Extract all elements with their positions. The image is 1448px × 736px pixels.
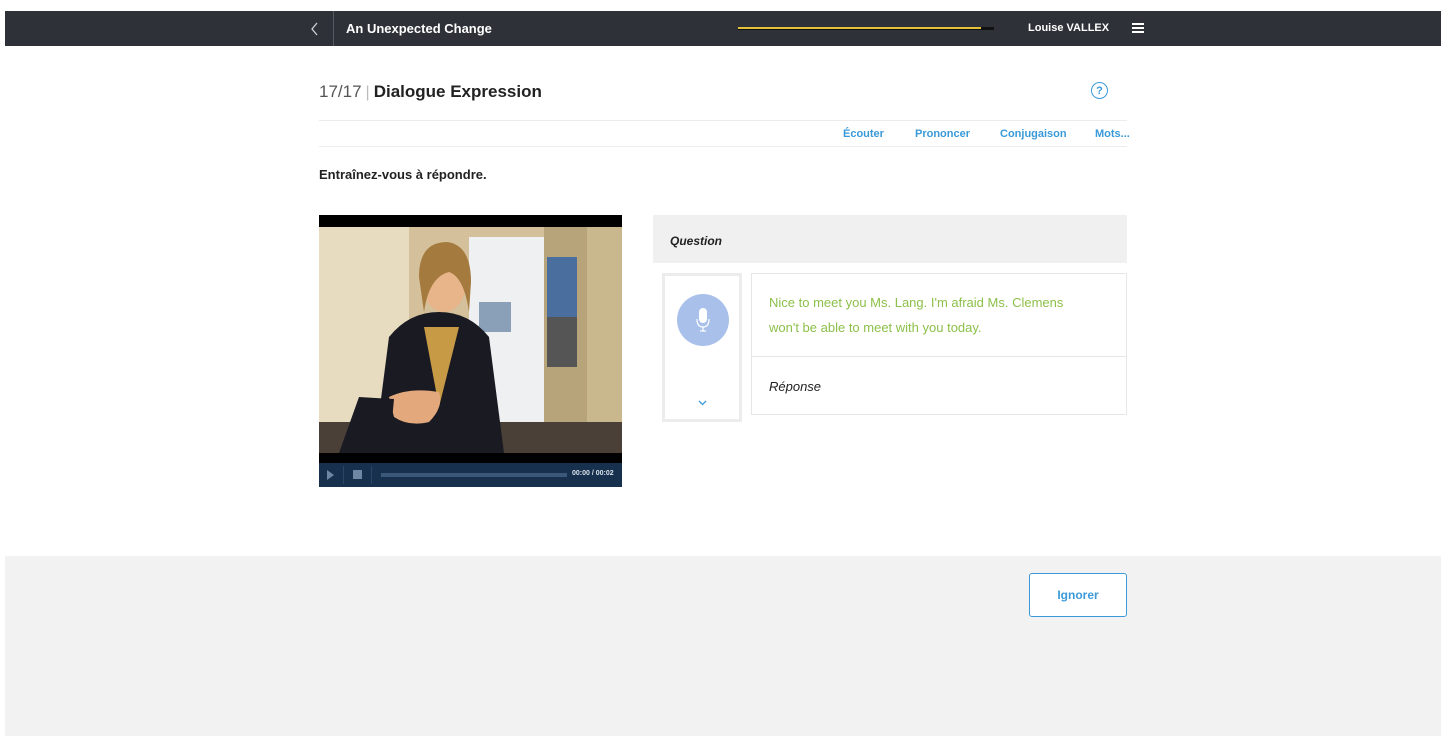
dialogue-box: Nice to meet you Ms. Lang. I'm afraid Ms… [751,273,1127,415]
user-name[interactable]: Louise VALLEX [1028,22,1109,34]
chevron-down-icon[interactable] [698,393,707,411]
hamburger-menu-icon[interactable] [1131,20,1147,36]
tool-pronounce[interactable]: Prononcer [915,128,970,140]
video-time: 00:00 / 00:02 [572,470,614,477]
header-separator: | [365,84,370,101]
exercise-counter: 17/17 [319,82,362,101]
tool-listen[interactable]: Écouter [843,128,884,140]
video-frame[interactable] [319,227,622,453]
stop-icon[interactable] [353,470,362,479]
back-button[interactable] [297,11,334,46]
record-button[interactable] [677,294,729,346]
tools-divider-top [319,120,1127,121]
instruction-text: Entraînez-vous à répondre. [319,167,487,182]
question-label: Question [670,234,723,248]
video-controls: 00:00 / 00:02 [319,463,622,487]
skip-button[interactable]: Ignorer [1029,573,1127,617]
mic-panel [662,273,742,422]
controls-divider [343,466,344,484]
dialogue-divider [752,356,1126,357]
tool-words[interactable]: Mots... [1095,128,1130,140]
video-seek-bar[interactable] [381,473,567,477]
video-player[interactable]: 00:00 / 00:02 [319,215,622,487]
question-text-line-1: Nice to meet you Ms. Lang. I'm afraid Ms… [769,295,1064,310]
controls-divider [371,466,372,484]
tools-divider-bottom [319,146,1127,147]
question-header: Question [653,215,1127,263]
video-still-woman-handshake [319,227,622,453]
chevron-left-icon [311,22,318,35]
footer-bar [5,556,1441,736]
exercise-title: Dialogue Expression [373,82,542,101]
lesson-progress-fill [738,27,982,29]
microphone-icon [696,308,710,332]
tool-conjugation[interactable]: Conjugaison [1000,128,1067,140]
question-text-line-2: won't be able to meet with you today. [769,320,982,335]
help-icon[interactable]: ? [1091,82,1108,99]
play-icon[interactable] [327,470,334,480]
top-bar: An Unexpected Change Louise VALLEX [5,11,1441,46]
answer-label: Réponse [769,379,822,394]
course-title: An Unexpected Change [346,21,492,36]
exercise-header: 17/17 | Dialogue Expression [319,82,542,102]
lesson-progress-bar [738,27,994,30]
